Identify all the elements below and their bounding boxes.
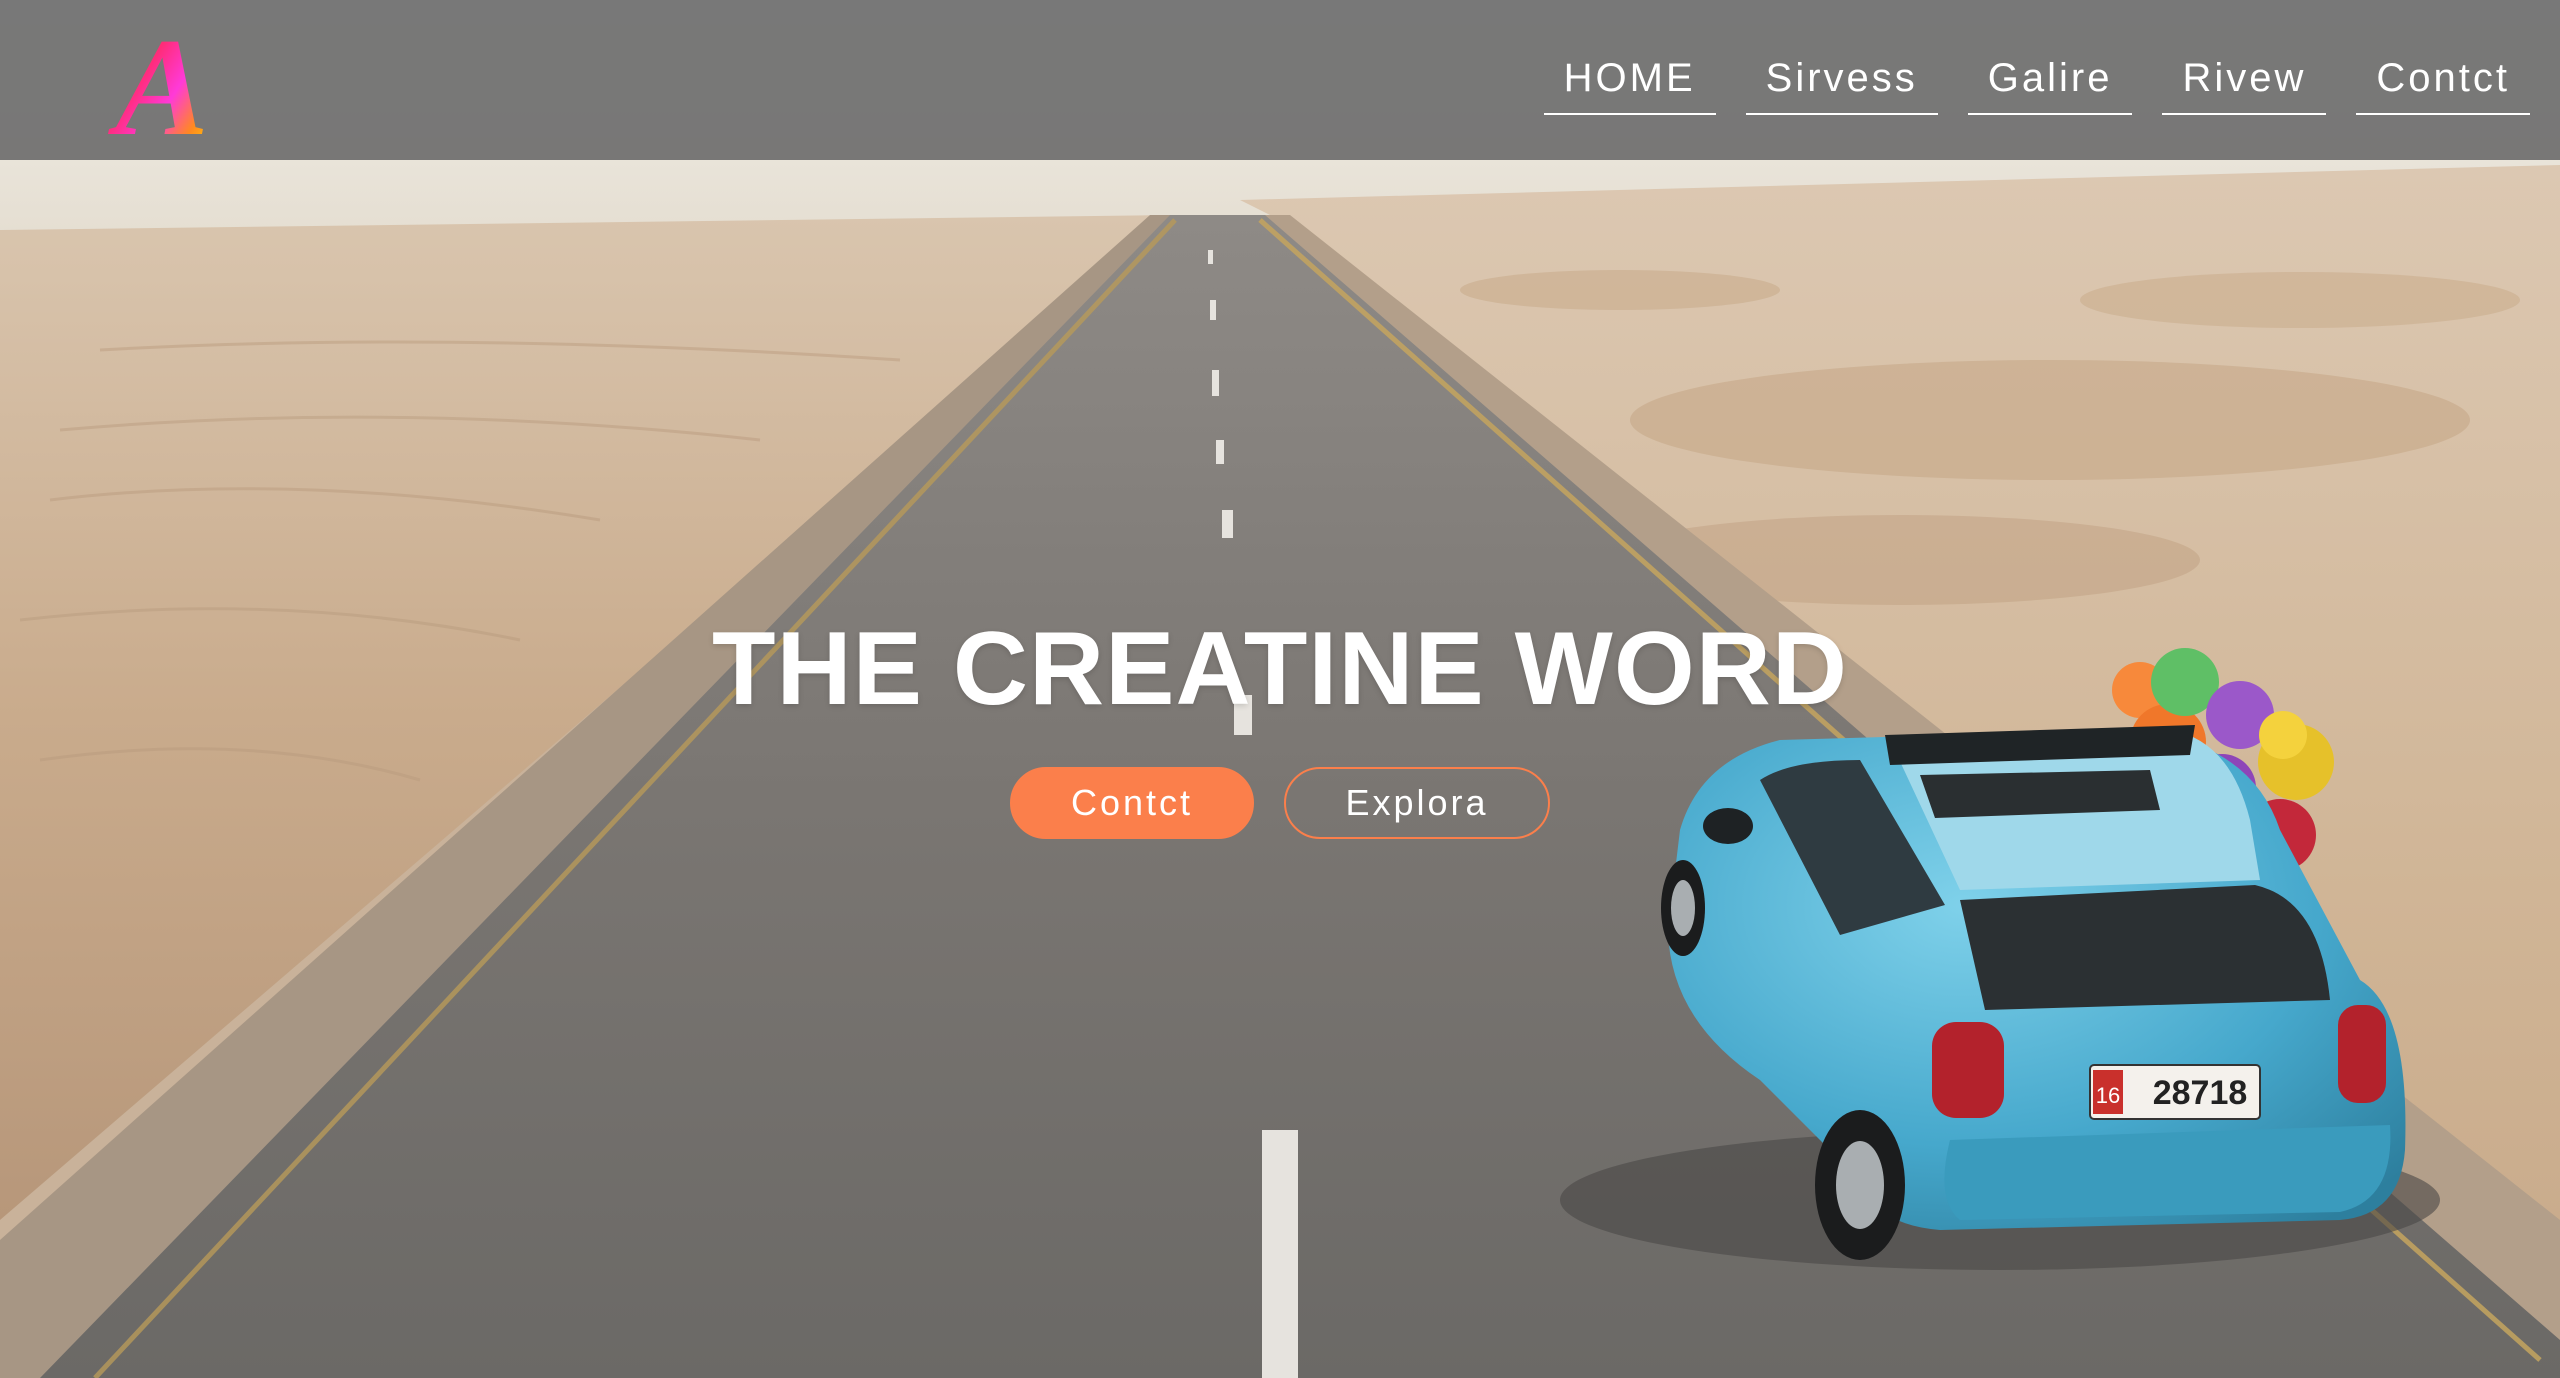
brand-logo-icon[interactable]: A <box>92 14 232 144</box>
page: 16 28718 A HOME Sirvess Galire Rivew Con… <box>0 0 2560 1378</box>
hero-title: THE CREATINE WORD <box>712 611 1848 727</box>
car-plate-number: 28718 <box>2153 1074 2248 1112</box>
top-navbar: A HOME Sirvess Galire Rivew Contct <box>0 0 2560 160</box>
contact-button[interactable]: Contct <box>1010 767 1254 839</box>
car-plate-code: 16 <box>2096 1083 2120 1108</box>
nav-home[interactable]: HOME <box>1543 50 1716 115</box>
nav-review[interactable]: Rivew <box>2162 50 2327 115</box>
nav-services[interactable]: Sirvess <box>1745 50 1938 115</box>
explore-button[interactable]: Explora <box>1284 767 1550 839</box>
main-nav: HOME Sirvess Galire Rivew Contct <box>1543 50 2530 115</box>
nav-contact[interactable]: Contct <box>2356 50 2530 115</box>
logo-letter: A <box>107 14 208 144</box>
hero-buttons: Contct Explora <box>0 767 2560 839</box>
nav-gallery[interactable]: Galire <box>1967 50 2133 115</box>
